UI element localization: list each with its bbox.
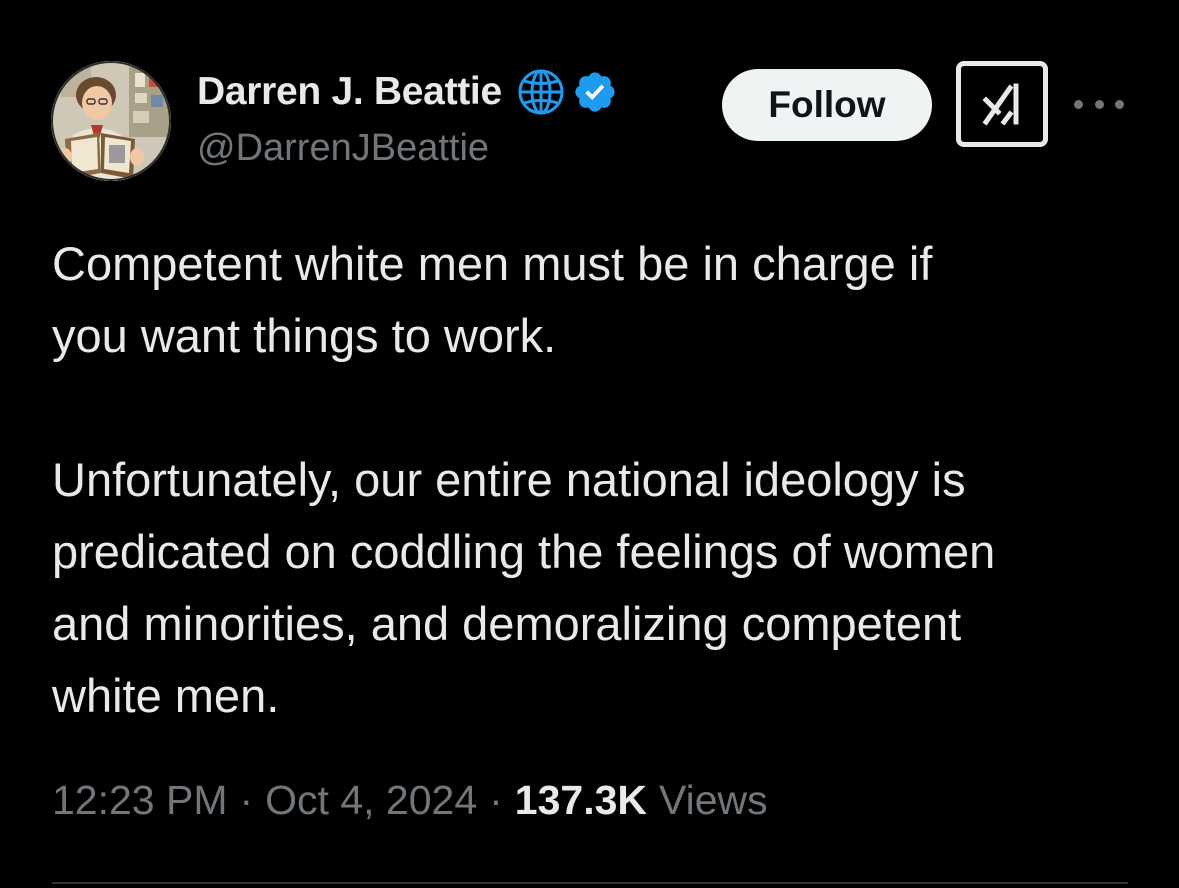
tweet-time[interactable]: 12:23 PM bbox=[52, 777, 228, 824]
tweet-date[interactable]: Oct 4, 2024 bbox=[265, 777, 477, 824]
avatar[interactable] bbox=[51, 61, 171, 181]
tweet-line: Unfortunately, our entire national ideol… bbox=[52, 453, 966, 506]
globe-icon[interactable] bbox=[516, 67, 566, 117]
grok-icon bbox=[982, 83, 1019, 126]
follow-button[interactable]: Follow bbox=[722, 69, 932, 141]
more-dot bbox=[1115, 99, 1124, 109]
avatar-image bbox=[51, 61, 171, 181]
more-options-icon[interactable] bbox=[1074, 92, 1124, 116]
views-label[interactable]: Views bbox=[659, 777, 768, 824]
verified-badge-icon[interactable] bbox=[572, 69, 618, 115]
views-count[interactable]: 137.3K bbox=[515, 777, 647, 824]
display-name[interactable]: Darren J. Beattie bbox=[197, 70, 502, 114]
tweet-line: predicated on coddling the feelings of w… bbox=[52, 525, 996, 578]
tweet-line: and minorities, and demoralizing compete… bbox=[52, 597, 962, 650]
more-dot bbox=[1094, 99, 1104, 109]
tweet-line: white men. bbox=[52, 669, 280, 722]
tweet-text: Competent white men must be in charge if… bbox=[52, 228, 1152, 732]
more-dot bbox=[1074, 99, 1083, 109]
meta-separator: · bbox=[489, 777, 503, 823]
meta-separator: · bbox=[239, 777, 254, 823]
grok-button[interactable] bbox=[956, 61, 1048, 147]
tweet-meta: 12:23 PM · Oct 4, 2024 · 137.3K Views bbox=[52, 777, 768, 824]
display-name-row: Darren J. Beattie bbox=[197, 66, 618, 118]
author-handle[interactable]: @DarrenJBeattie bbox=[197, 127, 489, 170]
tweet-line: you want things to work. bbox=[52, 309, 557, 362]
divider bbox=[52, 882, 1128, 884]
tweet: Darren J. Beattie @DarrenJBeattie Follow bbox=[0, 0, 1179, 888]
tweet-line: Competent white men must be in charge if bbox=[52, 237, 933, 290]
